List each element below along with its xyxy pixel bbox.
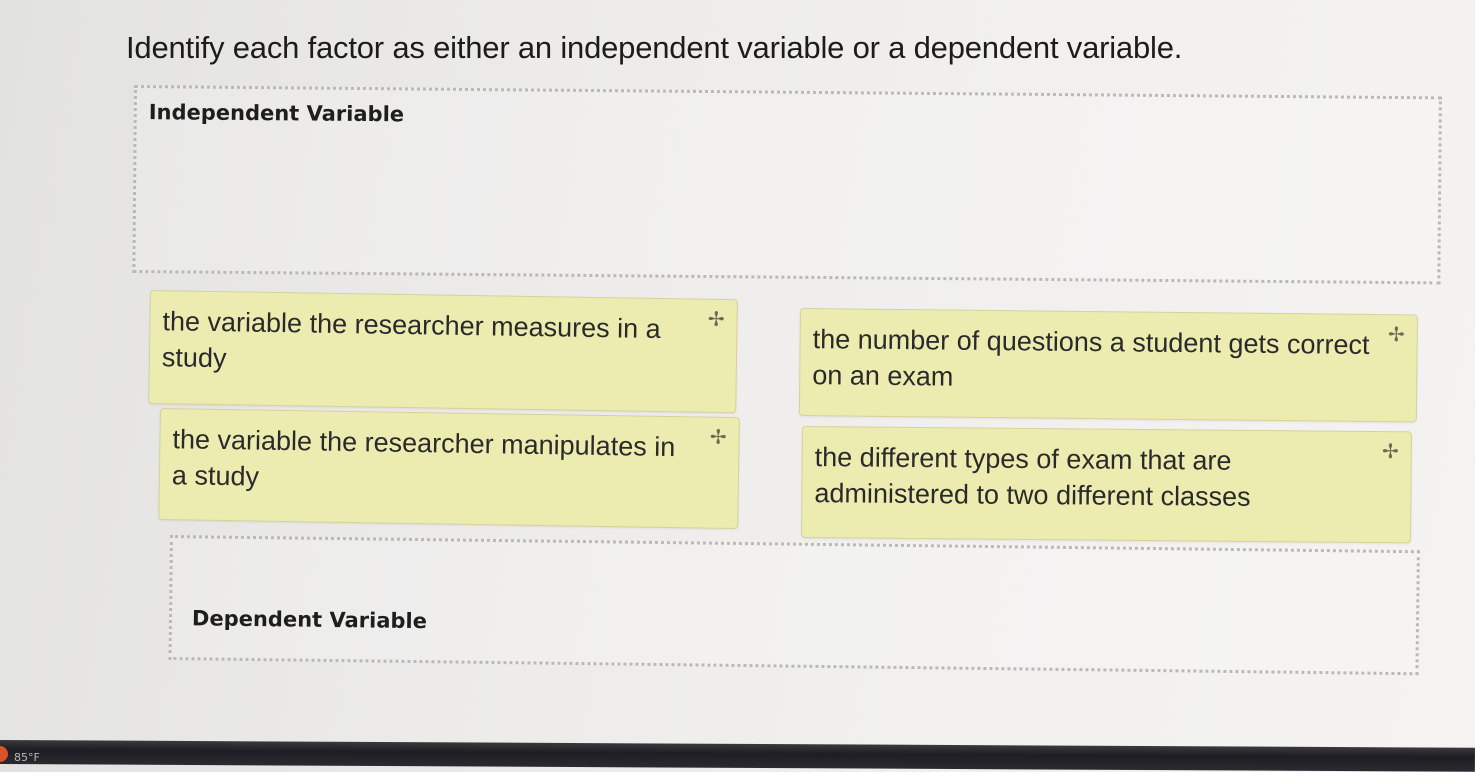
dependent-variable-label: Dependent Variable xyxy=(191,606,428,634)
answer-tile-text: the variable the researcher measures in … xyxy=(161,306,661,374)
move-icon[interactable]: ✢ xyxy=(708,309,725,331)
answer-tile-text: the variable the researcher manipulates … xyxy=(171,424,676,492)
independent-variable-label: Independent Variable xyxy=(148,100,405,127)
question-prompt: Identify each factor as either an indepe… xyxy=(126,30,1183,65)
independent-variable-drop-zone[interactable]: Independent Variable xyxy=(132,85,1442,285)
taskbar xyxy=(0,740,1475,772)
answer-tile-questions-correct[interactable]: the number of questions a student gets c… xyxy=(798,308,1418,423)
move-icon[interactable]: ✢ xyxy=(1382,441,1399,463)
answer-tile-text: the number of questions a student gets c… xyxy=(812,324,1370,392)
answer-tile-measures[interactable]: the variable the researcher measures in … xyxy=(148,290,738,414)
move-icon[interactable]: ✢ xyxy=(710,427,727,449)
answer-tile-manipulates[interactable]: the variable the researcher manipulates … xyxy=(158,408,740,530)
dependent-variable-drop-zone[interactable]: Dependent Variable xyxy=(168,535,1420,676)
move-icon[interactable]: ✢ xyxy=(1388,324,1405,346)
answer-tile-exam-types[interactable]: the different types of exam that are adm… xyxy=(801,426,1412,544)
weather-temperature: 85°F xyxy=(14,751,40,764)
answer-tile-text: the different types of exam that are adm… xyxy=(814,442,1251,512)
